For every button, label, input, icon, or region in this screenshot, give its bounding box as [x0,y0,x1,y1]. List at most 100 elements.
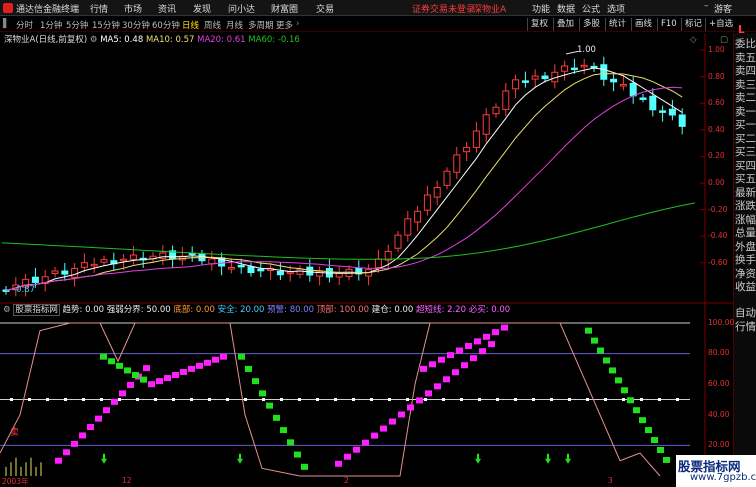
indicator-short: 超短线: 2.20 [416,305,466,315]
indicator-block [456,347,463,354]
settings-gear-icon[interactable]: ⚙ [90,35,98,45]
sidebar-item[interactable]: 换手 [735,254,756,267]
tool-statistics[interactable]: 统计 [605,18,629,31]
kline-chart-canvas[interactable] [0,33,733,487]
period-weekly[interactable]: 周线 [204,19,221,31]
indicator-block [461,362,468,369]
tool-f10[interactable]: F10 [657,18,680,31]
tool-overlay[interactable]: 叠加 [553,18,577,31]
indicator-name[interactable]: 股票指标网 [13,304,60,316]
menu-discover[interactable]: 发现 [193,2,211,15]
ma20-value: MA20: 0.61 [197,35,246,45]
collapse-icon[interactable]: ◇ [690,35,697,45]
mid-dot [118,398,121,401]
tool-mark[interactable]: 标记 [681,18,705,31]
indicator-block [287,439,294,446]
indicator-tick-label: 100.00 [708,318,735,327]
sidebar-item[interactable]: 涨幅 [735,214,756,227]
tool-draw[interactable]: 画线 [631,18,655,31]
main-chart-header: 深物业A(日线,前复权) ⚙ MA5: 0.48 MA10: 0.57 MA20… [4,35,300,45]
candle-body [678,114,686,127]
period-more[interactable]: 更多 [276,19,293,31]
sidebar-item[interactable]: 总量 [735,227,756,240]
period-1min[interactable]: 1分钟 [40,19,62,31]
mid-dot [586,398,589,401]
ma10-value: MA10: 0.57 [145,35,195,45]
menu-trade[interactable]: 交易 [316,2,334,15]
candle-body [335,272,343,278]
sidebar-item[interactable]: 最新 [735,187,756,200]
sidebar-item[interactable]: 买二 [735,133,756,146]
sidebar-item[interactable]: 卖三 [735,79,756,92]
candle-body [120,258,128,262]
period-60min[interactable]: 60分钟 [152,19,180,31]
indicator-block [95,415,102,422]
sidebar-item[interactable]: 涨跌 [735,200,756,213]
expand-panel-icon[interactable]: ▢ [720,35,728,45]
candle-body [472,130,480,148]
indicator-block [609,367,616,374]
user-label[interactable]: 游客 [714,2,732,15]
mid-dot [532,398,535,401]
chart-area[interactable] [0,33,733,487]
indicator-block [651,437,658,444]
menu-function[interactable]: 功能 [532,2,550,15]
menu-options[interactable]: 选项 [607,2,625,15]
candle-body [521,80,529,83]
indicator-block [172,372,179,379]
sidebar-item[interactable]: 净资 [735,268,756,281]
period-15min[interactable]: 15分钟 [92,19,120,31]
mid-dot [622,398,625,401]
indicator-block [71,440,78,447]
sidebar-item[interactable]: 卖二 [735,92,756,105]
sidebar-item[interactable]: 卖四 [735,65,756,78]
period-30min[interactable]: 30分钟 [122,19,150,31]
app-logo-icon [3,3,13,13]
sidebar-item[interactable]: 收益 [735,281,756,294]
candle-body [51,270,59,275]
indicator-settings-icon[interactable]: ⚙ [3,305,11,315]
menu-ask[interactable]: 问小达 [228,2,255,15]
indicator-block [143,365,150,372]
mid-dot [280,398,283,401]
indicator-block [420,365,427,372]
sidebar-item[interactable]: 卖一 [735,106,756,119]
indicator-block [238,353,245,360]
period-daily[interactable]: 日线 [182,19,199,31]
high-price-annotation: 1.00 [577,45,596,55]
menu-data[interactable]: 数据 [557,2,575,15]
sidebar-item[interactable]: 行情 [735,321,756,334]
mid-dot [406,398,409,401]
minimize-icon[interactable]: – [704,1,709,11]
indicator-block [204,359,211,366]
sidebar-item[interactable]: 买三 [735,146,756,159]
menu-wealth[interactable]: 财富圈 [271,2,298,15]
mid-dot [190,398,193,401]
tool-add-watchlist[interactable]: +自选 [705,18,736,31]
more-arrow-icon[interactable]: › [296,19,299,29]
sidebar-item[interactable]: 买五 [735,173,756,186]
menu-formula[interactable]: 公式 [582,2,600,15]
indicator-bottom: 底部: 0.00 [173,305,215,315]
tool-adjust[interactable]: 复权 [527,18,551,31]
sidebar-item[interactable]: 买四 [735,160,756,173]
tool-multi-stock[interactable]: 多股 [579,18,603,31]
login-status[interactable]: 证券交易未登录 [412,2,475,15]
indicator-block [603,357,610,364]
price-tick-label: -0.20 [708,204,728,214]
sidebar-item[interactable]: 买一 [735,119,756,132]
menu-quotes[interactable]: 行情 [90,2,108,15]
period-monthly[interactable]: 月线 [226,19,243,31]
indicator-block [87,424,94,431]
sidebar-item[interactable]: L [738,24,756,37]
sidebar-item[interactable]: 自动 [735,307,756,320]
menu-news[interactable]: 资讯 [158,2,176,15]
sidebar-item[interactable]: 外盘 [735,241,756,254]
sidebar-item[interactable]: 卖五 [735,52,756,65]
period-5min[interactable]: 5分钟 [66,19,88,31]
indicator-block [55,457,62,464]
period-multi[interactable]: 多周期 [248,19,274,31]
sidebar-item[interactable]: 委比 [735,38,756,51]
period-tick[interactable]: 分时 [16,19,33,31]
menu-market[interactable]: 市场 [124,2,142,15]
